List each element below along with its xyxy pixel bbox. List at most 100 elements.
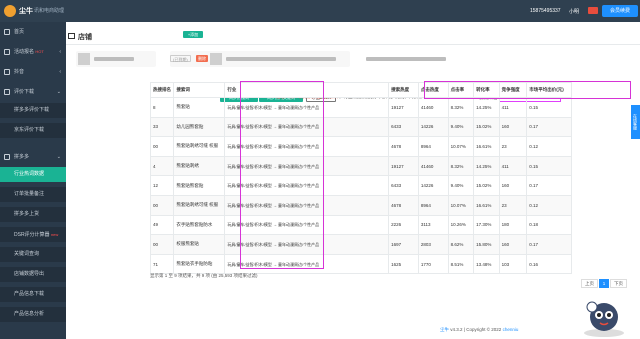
cell-click-heat: 41460 [417,155,449,177]
cell-click-heat: 14226 [417,116,449,138]
new-badge: new [50,232,59,237]
footer-copyright: | Copyright © 2022 [463,327,502,332]
footer-company[interactable]: chenniu [503,327,519,332]
sidebar-item-label: 拼多多 [14,154,30,160]
cell-avg-bid: 0.12 [526,194,572,216]
cell-competition: 411 [498,97,528,118]
table-row[interactable]: 00 熊套贴刺绣可缝 校服 玩具/童车/益智/积木/模型 → 童年动漫周边/个性产品… [149,136,572,157]
table-row[interactable]: 00 校服熊套贴 玩具/童车/益智/积木/模型 → 童年动漫周边/个性产品 1697 2… [149,234,572,255]
sidebar-item-dsr-calculator[interactable]: DSR评分计算器 new [0,227,66,242]
shop-icon [4,154,10,160]
sidebar-item-douyin[interactable]: 抖音 ‹ [0,65,66,79]
col-rank-header[interactable]: 热搜排名 [149,82,175,98]
footer-brand[interactable]: 尘牛 [440,327,449,332]
col-competition-header[interactable]: 竞争强度 [498,82,528,98]
table-row[interactable]: 33 幼儿园熊套贴 玩具/童车/益智/积木/模型 → 童年动漫周边/个性产品 6433… [149,116,572,138]
cell-search-heat: 19127 [388,97,419,118]
renew-membership-button[interactable]: 会员续费 [602,5,638,17]
chevron-left-icon: ‹ [59,69,61,75]
account-phone: 15875495337 [530,8,561,14]
cell-cvr: 15.80% [473,234,500,255]
col-click-heat-header[interactable]: 点击热度 [417,82,449,98]
page-1-button[interactable]: 1 [599,279,609,288]
cell-avg-bid: 0.15 [526,97,572,118]
sidebar-item-shop-export[interactable]: 店铺数据导出 [0,267,66,282]
sidebar-item-order-notes[interactable]: 订单批量备注 [0,187,66,202]
cell-cvr: 16.61% [473,194,500,216]
cell-search-heat: 4678 [388,194,419,216]
customer-service-tab[interactable]: 在线客服 [631,105,640,139]
mascot-illustration [584,301,624,337]
delete-shop-button[interactable]: 删除 [196,55,208,62]
cell-industry: 玩具/童车/益智/积木/模型 → 童年动漫周边/个性产品 [224,194,390,216]
cell-ctr: 8.32% [447,97,475,118]
shop-name-redacted [94,57,134,61]
col-industry-header[interactable]: 行业 [224,82,390,98]
cell-keyword: 熊套贴刺绣可缝 校服 [173,194,226,216]
sidebar-item-label: 抖音 [14,69,25,75]
cell-ctr: 8.51% [447,253,475,275]
cell-keyword: 熊套贴 [173,97,226,118]
table-row[interactable]: 8 熊套贴 玩具/童车/益智/积木/模型 → 童年动漫周边/个性产品 19127 414… [149,97,572,118]
sidebar-item-product-analysis[interactable]: 产品信息分析 [0,307,66,322]
col-cvr-header[interactable]: 转化率 [473,82,500,98]
cell-avg-bid: 0.12 [526,136,572,157]
cell-cvr: 13.48% [473,253,500,275]
cell-search-heat: 19127 [388,155,419,177]
shop-name-redacted [226,57,336,61]
user-name[interactable]: 小明 [569,8,579,15]
table-row[interactable]: 4 熊套贴刺绣 玩具/童车/益智/积木/模型 → 童年动漫周边/个性产品 19127 4… [149,155,572,177]
cell-click-heat: 8964 [417,136,449,157]
prev-page-button[interactable]: 上页 [581,279,598,288]
sidebar-item-industry-hot-words[interactable]: 行业热词数据 [0,167,66,182]
sidebar-item-pdd-reviews[interactable]: 拼多多评价下载 [0,103,66,118]
cell-click-heat: 14226 [417,175,449,196]
cell-competition: 160 [498,175,528,196]
add-shop-button[interactable]: +添加 [183,31,203,38]
chevron-down-icon: ⌄ [56,89,61,95]
sidebar-item-home[interactable]: 首页 [0,25,66,39]
chevron-left-icon: ‹ [59,49,61,55]
cell-avg-bid: 0.15 [526,155,572,177]
sidebar-item-jd-reviews[interactable]: 京东评价下载 [0,123,66,138]
cell-rank: 00 [149,194,175,216]
cell-keyword: 熊套贴刺绣可缝 校服 [173,136,226,157]
sidebar-item-reviews[interactable]: 评价下载 ⌄ [0,85,66,99]
cell-search-heat: 1625 [388,253,419,275]
sidebar-item-pdd[interactable]: 拼多多 ⌄ [0,150,66,164]
col-ctr-header[interactable]: 点击率 [447,82,475,98]
cell-click-heat: 8964 [417,194,449,216]
cell-competition: 23 [498,194,528,216]
cell-industry: 玩具/童车/益智/积木/模型 → 童年动漫周边/个性产品 [224,175,390,196]
sidebar-item-label: DSR评分计算器 [14,232,50,238]
shop-card[interactable]: (已到期) 删除 [170,51,350,67]
store-icon [68,33,75,39]
next-page-button[interactable]: 下页 [610,279,627,288]
table-row[interactable]: 12 熊套贴熊套贴 玩具/童车/益智/积木/模型 → 童年动漫周边/个性产品 6433… [149,175,572,196]
table-row[interactable]: 00 熊套贴刺绣可缝 校服 玩具/童车/益智/积木/模型 → 童年动漫周边/个性产品… [149,194,572,216]
sidebar-item-pdd-listing[interactable]: 拼多多上货 [0,207,66,222]
logo-icon [4,5,16,17]
hot-badge: HOT [35,49,44,54]
sidebar-item-keyword-query[interactable]: 关键词查询 [0,247,66,262]
footer: 尘牛 v4.3.2 | Copyright © 2022 chenniu [440,327,518,333]
cell-ctr: 10.07% [447,194,475,216]
col-search-heat-header[interactable]: 搜索热度 [388,82,419,98]
cell-cvr: 15.02% [473,116,500,138]
divider [66,44,640,45]
china-flag-icon[interactable] [588,7,598,14]
table-row[interactable]: 71 熊套贴衣手贴防粘 玩具/童车/益智/积木/模型 → 童年动漫周边/个性产品 16… [149,253,572,275]
table-row[interactable]: 49 衣手贴熊套贴防水 玩具/童车/益智/积木/模型 → 童年动漫周边/个性产品 22… [149,214,572,236]
sidebar-item-events[interactable]: 活动报名 HOT ‹ [0,45,66,59]
shop-card[interactable] [76,51,156,67]
cell-rank: 71 [149,253,175,275]
cell-rank: 00 [149,136,175,157]
sidebar-item-product-download[interactable]: 产品信息下载 [0,287,66,302]
col-avg-bid-header[interactable]: 市场平均出价(元) [526,82,572,98]
cell-keyword: 熊套贴熊套贴 [173,175,226,196]
cell-rank: 4 [149,155,175,177]
shop-avatar [210,53,222,65]
cell-rank: 33 [149,116,175,138]
col-keyword-header[interactable]: 搜索词 [173,82,226,98]
calendar-icon [4,49,10,55]
